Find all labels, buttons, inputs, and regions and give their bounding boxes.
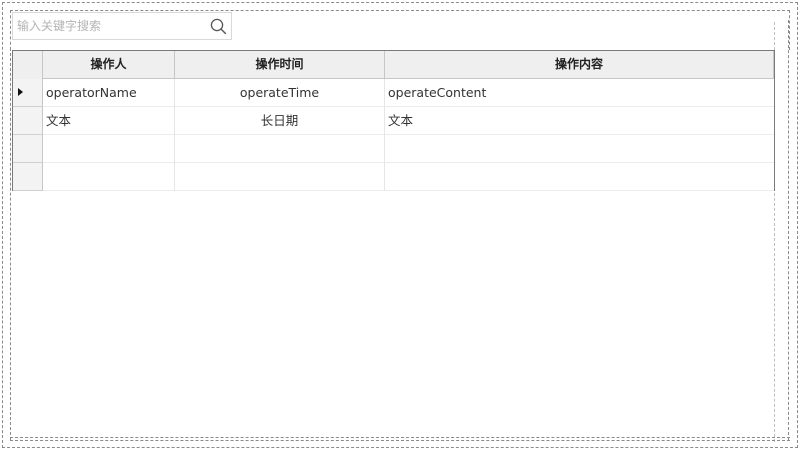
column-header-operator[interactable]: 操作人 [43, 51, 175, 79]
row-header[interactable] [13, 79, 43, 107]
designer-right-inner-edge [774, 22, 788, 442]
grid-cell[interactable]: operatorName [43, 79, 175, 107]
grid-cell[interactable] [385, 135, 774, 163]
table-row[interactable] [13, 163, 774, 191]
current-row-pointer-icon [18, 88, 23, 96]
row-header[interactable] [13, 163, 43, 191]
column-header-operate-time[interactable]: 操作时间 [175, 51, 385, 79]
row-header[interactable] [13, 135, 43, 163]
grid-cell[interactable]: 文本 [43, 107, 175, 135]
row-header[interactable] [13, 107, 43, 135]
table-row[interactable]: 文本 长日期 文本 [13, 107, 774, 135]
column-header-operate-content[interactable]: 操作内容 [385, 51, 774, 79]
grid-cell[interactable]: 文本 [385, 107, 774, 135]
designer-left-edge [10, 48, 11, 440]
grid-cell[interactable] [175, 135, 385, 163]
search-box [12, 12, 232, 40]
grid-cell[interactable] [43, 135, 175, 163]
grid-cell[interactable]: operateTime [175, 79, 385, 107]
grid-corner-header[interactable] [13, 51, 43, 79]
grid-cell[interactable] [385, 163, 774, 191]
table-row[interactable]: operatorName operateTime operateContent [13, 79, 774, 107]
grid-cell[interactable] [175, 163, 385, 191]
search-icon[interactable] [210, 18, 227, 35]
grid-header-row: 操作人 操作时间 操作内容 [13, 51, 774, 79]
grid-cell[interactable]: operateContent [385, 79, 774, 107]
search-input[interactable] [13, 13, 209, 39]
designer-bottom-frame [10, 437, 790, 441]
table-row[interactable] [13, 135, 774, 163]
grid-cell[interactable] [43, 163, 175, 191]
designer-right-edge [788, 20, 789, 440]
grid-cell[interactable]: 长日期 [175, 107, 385, 135]
data-grid: 操作人 操作时间 操作内容 operatorName operateTime o… [12, 50, 775, 191]
